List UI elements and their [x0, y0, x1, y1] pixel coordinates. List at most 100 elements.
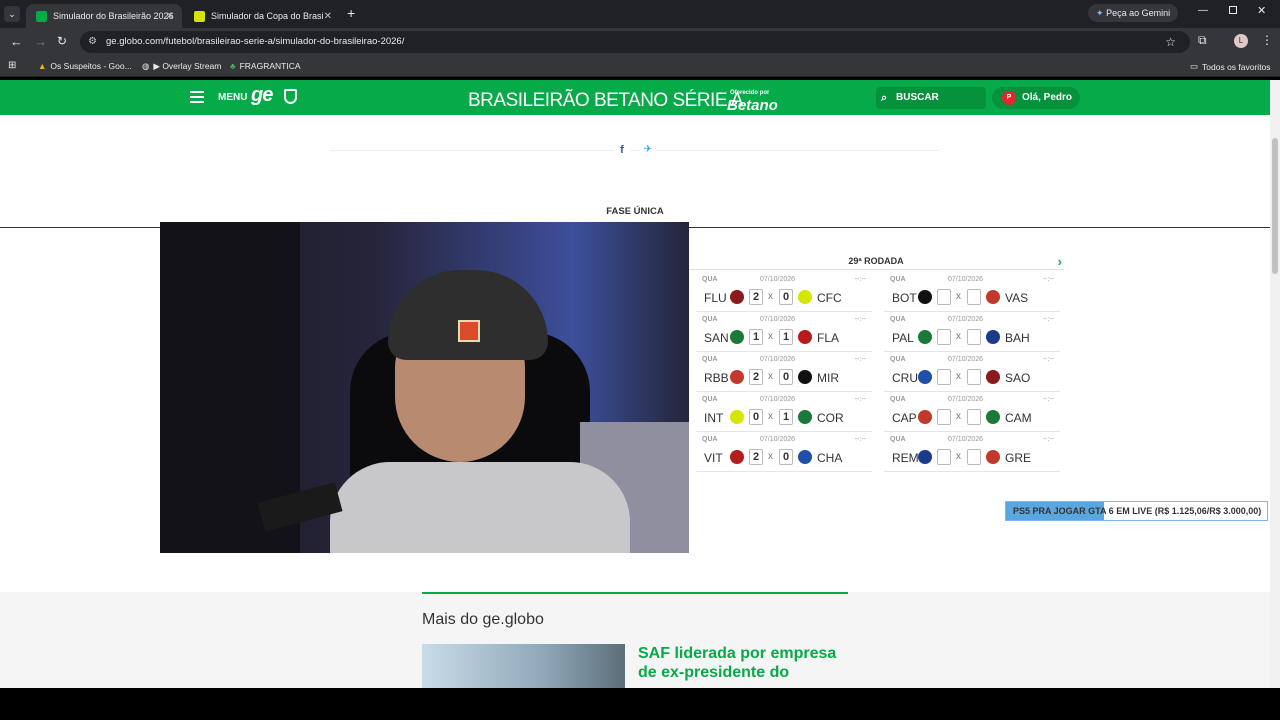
- match-date: 07/10/2026: [760, 276, 796, 283]
- bookmark-star-icon[interactable]: ☆: [1165, 31, 1176, 53]
- versus-label: x: [956, 331, 961, 342]
- home-team: RBB: [704, 371, 729, 385]
- away-score-input[interactable]: [967, 449, 981, 465]
- news-headline[interactable]: SAF liderada por empresa de ex-president…: [638, 644, 838, 682]
- bookmark-overlay-stream[interactable]: ◍ ▶ Overlay Stream: [142, 61, 221, 72]
- bookmark-fragrantica[interactable]: ♣ FRAGRANTICA: [230, 61, 301, 71]
- live-goal-text: PS5 PRA JOGAR GTA 6 EM LIVE (R$ 1.125,06…: [1013, 506, 1262, 516]
- menu-label[interactable]: MENU: [218, 92, 247, 103]
- away-score-input[interactable]: 0: [779, 369, 793, 385]
- hamburger-menu-icon[interactable]: [190, 91, 204, 103]
- new-tab-button[interactable]: +: [347, 5, 355, 21]
- home-crest-icon: [730, 450, 744, 464]
- tab-search-button[interactable]: ⌄: [4, 6, 20, 22]
- next-round-icon[interactable]: ›: [1058, 254, 1062, 269]
- close-icon[interactable]: ✕: [324, 11, 332, 22]
- away-crest-icon: [798, 410, 812, 424]
- home-crest-icon: [730, 290, 744, 304]
- profile-avatar[interactable]: L: [1234, 34, 1248, 48]
- home-team: REM: [892, 451, 919, 465]
- match-card: QUA 07/10/2026 --:-- CRU x SAO: [884, 352, 1060, 392]
- home-score-input[interactable]: [937, 449, 951, 465]
- home-score-input[interactable]: [937, 329, 951, 345]
- ge-logo[interactable]: ge: [251, 84, 273, 107]
- away-score-input[interactable]: 0: [779, 449, 793, 465]
- extensions-icon[interactable]: ⧉: [1198, 33, 1207, 48]
- home-score-input[interactable]: 2: [749, 449, 763, 465]
- home-score-input[interactable]: 2: [749, 369, 763, 385]
- tab-simulador-brasileirao[interactable]: Simulador do Brasileirão 2026 ✕: [26, 4, 182, 28]
- match-date: 07/10/2026: [760, 436, 796, 443]
- match-time: --:--: [854, 276, 866, 283]
- away-crest-icon: [798, 330, 812, 344]
- url-text: ge.globo.com/futebol/brasileirao-serie-a…: [106, 36, 405, 47]
- home-team: PAL: [892, 331, 914, 345]
- live-goal-banner: PS5 PRA JOGAR GTA 6 EM LIVE (R$ 1.125,06…: [1005, 501, 1268, 521]
- restore-button[interactable]: [1229, 6, 1237, 14]
- forward-icon[interactable]: →: [34, 34, 47, 49]
- match-meta: QUA 07/10/2026 --:--: [702, 316, 866, 323]
- home-score-input[interactable]: 1: [749, 329, 763, 345]
- apps-grid-icon[interactable]: ⊞: [8, 60, 16, 71]
- away-team: CAM: [1005, 411, 1032, 425]
- match-card: QUA 07/10/2026 --:-- SAN 1 x 1 FLA: [696, 312, 872, 352]
- user-menu[interactable]: P Olá, Pedro: [992, 87, 1080, 109]
- page-scrollbar[interactable]: [1270, 80, 1280, 688]
- tab-simulador-copa[interactable]: Simulador da Copa do Brasil 20 ✕: [184, 4, 340, 28]
- news-thumbnail[interactable]: [422, 644, 625, 688]
- facebook-icon[interactable]: f: [614, 142, 630, 158]
- url-field[interactable]: ⚙ ge.globo.com/futebol/brasileirao-serie…: [80, 31, 1190, 53]
- away-crest-icon: [798, 370, 812, 384]
- away-score-input[interactable]: 1: [779, 409, 793, 425]
- user-greeting: Olá, Pedro: [1022, 92, 1073, 103]
- ge-favicon-icon: [36, 10, 47, 22]
- home-score-input[interactable]: [937, 409, 951, 425]
- home-crest-icon: [918, 370, 932, 384]
- match-card: QUA 07/10/2026 --:-- FLU 2 x 0 CFC: [696, 272, 872, 312]
- close-window-button[interactable]: ✕: [1257, 4, 1266, 17]
- away-score-input[interactable]: [967, 409, 981, 425]
- match-day: QUA: [890, 356, 906, 363]
- match-row: SAN 1 x 1 FLA: [696, 328, 872, 348]
- away-score-input[interactable]: [967, 369, 981, 385]
- cap-shape: [388, 270, 548, 360]
- match-day: QUA: [702, 316, 718, 323]
- betano-logo: Betano: [727, 97, 778, 114]
- home-score-input[interactable]: [937, 289, 951, 305]
- back-icon[interactable]: ←: [10, 34, 23, 49]
- versus-label: x: [956, 451, 961, 462]
- site-info-icon[interactable]: ⚙: [88, 31, 97, 53]
- away-score-input[interactable]: [967, 289, 981, 305]
- match-card: QUA 07/10/2026 --:-- RBB 2 x 0 MIR: [696, 352, 872, 392]
- home-crest-icon: [730, 370, 744, 384]
- match-day: QUA: [702, 436, 718, 443]
- home-score-input[interactable]: 2: [749, 289, 763, 305]
- match-date: 07/10/2026: [760, 356, 796, 363]
- twitter-icon[interactable]: ✈: [640, 142, 656, 158]
- all-bookmarks[interactable]: ▭ Todos os favoritos: [1190, 61, 1271, 72]
- match-date: 07/10/2026: [760, 316, 796, 323]
- chrome-menu-icon[interactable]: ⋮: [1261, 33, 1273, 47]
- away-score-input[interactable]: 1: [779, 329, 793, 345]
- close-icon[interactable]: ✕: [166, 11, 174, 22]
- reload-icon[interactable]: ↻: [57, 34, 67, 48]
- search-button[interactable]: ⌕ BUSCAR: [876, 87, 986, 109]
- bookmark-os-suspeitos[interactable]: ▲ Os Suspeitos - Goo...: [38, 61, 132, 71]
- match-meta: QUA 07/10/2026 --:--: [702, 276, 866, 283]
- versus-label: x: [768, 451, 773, 462]
- scrollbar-thumb[interactable]: [1272, 138, 1278, 274]
- gemini-button[interactable]: ✦ Peça ao Gemini: [1088, 4, 1179, 22]
- shield-icon[interactable]: [284, 89, 297, 104]
- match-time: --:--: [854, 356, 866, 363]
- webcam-overlay: [160, 222, 689, 553]
- away-team: CHA: [817, 451, 843, 465]
- home-score-input[interactable]: 0: [749, 409, 763, 425]
- browser-tab-strip: ⌄ Simulador do Brasileirão 2026 ✕ Simula…: [0, 0, 1280, 28]
- phase-label[interactable]: FASE ÚNICA: [580, 206, 690, 217]
- home-score-input[interactable]: [937, 369, 951, 385]
- away-score-input[interactable]: [967, 329, 981, 345]
- minimize-button[interactable]: —: [1198, 5, 1208, 16]
- away-team: CFC: [817, 291, 842, 305]
- match-day: QUA: [702, 396, 718, 403]
- away-score-input[interactable]: 0: [779, 289, 793, 305]
